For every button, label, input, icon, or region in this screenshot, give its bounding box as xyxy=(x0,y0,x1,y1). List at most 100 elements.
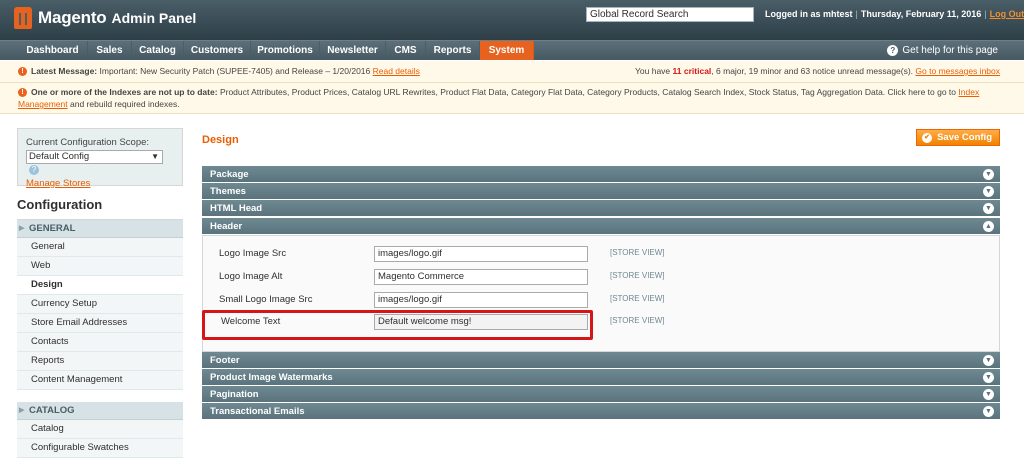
expand-icon: ▼ xyxy=(983,355,994,366)
field-row-logo-alt: Logo Image Alt Magento Commerce [STORE V… xyxy=(203,268,999,288)
index-notice-text: Product Attributes, Product Prices, Cata… xyxy=(219,87,957,97)
scope-tag: [STORE VIEW] xyxy=(610,294,665,303)
scope-tag: [STORE VIEW] xyxy=(610,248,665,257)
expand-icon: ▼ xyxy=(983,169,994,180)
nav-customers[interactable]: Customers xyxy=(184,41,251,60)
section-header[interactable]: Header ▲ xyxy=(202,218,1000,235)
section-pagination[interactable]: Pagination ▼ xyxy=(202,386,1000,403)
expand-arrow-icon: ▶ xyxy=(19,225,25,232)
nav-promotions[interactable]: Promotions xyxy=(251,41,320,60)
sidebar-item-content-management[interactable]: Content Management xyxy=(17,371,183,390)
sidebar-gap xyxy=(17,390,183,402)
global-search-input[interactable]: Global Record Search xyxy=(586,7,754,22)
section-header-label: Header xyxy=(210,221,243,232)
section-html-head[interactable]: HTML Head ▼ xyxy=(202,200,1000,217)
dropdown-arrow-icon: ▼ xyxy=(151,152,159,161)
logged-in-text: Logged in as mhtest xyxy=(765,9,853,19)
nav-sales[interactable]: Sales xyxy=(88,41,132,60)
help-icon: ? xyxy=(887,45,899,56)
section-transactional-emails[interactable]: Transactional Emails ▼ xyxy=(202,403,1000,420)
sidebar-item-currency-setup[interactable]: Currency Setup xyxy=(17,295,183,314)
date-text: Thursday, February 11, 2016 xyxy=(860,9,982,19)
critical-count: 11 critical xyxy=(672,66,712,76)
magento-logo[interactable]: Magento Admin Panel xyxy=(14,7,196,29)
field-label: Logo Image Alt xyxy=(219,271,283,282)
section-transactional-emails-label: Transactional Emails xyxy=(210,406,305,417)
save-config-button[interactable]: ✔ Save Config xyxy=(916,129,1000,146)
highlight-box xyxy=(202,310,593,340)
sidebar-item-configurable-swatches[interactable]: Configurable Swatches xyxy=(17,439,183,458)
field-label: Logo Image Src xyxy=(219,248,287,259)
scope-label: Current Configuration Scope: xyxy=(26,137,150,148)
page-title: Design xyxy=(202,134,239,146)
logo-text: Magento xyxy=(38,8,107,27)
sidebar-item-contacts[interactable]: Contacts xyxy=(17,333,183,352)
warning-icon: ! xyxy=(18,88,27,98)
logo-src-input[interactable]: images/logo.gif xyxy=(374,246,588,262)
sidebar-item-reports[interactable]: Reports xyxy=(17,352,183,371)
expand-arrow-icon: ▶ xyxy=(19,407,25,414)
messages-inbox-link[interactable]: Go to messages inbox xyxy=(915,66,1000,76)
index-notice-bar: ! One or more of the Indexes are not up t… xyxy=(0,83,1024,114)
expand-icon: ▼ xyxy=(983,406,994,417)
group-catalog-label: CATALOG xyxy=(29,405,75,416)
expand-icon: ▼ xyxy=(983,372,994,383)
section-themes-label: Themes xyxy=(210,186,246,197)
sidebar-item-store-email-addresses[interactable]: Store Email Addresses xyxy=(17,314,183,333)
latest-message-bar: ! Latest Message: Important: New Security… xyxy=(0,61,1024,83)
top-header: Magento Admin Panel Global Record Search… xyxy=(0,0,1024,40)
nav-newsletter[interactable]: Newsletter xyxy=(320,41,386,60)
read-details-link[interactable]: Read details xyxy=(373,66,420,76)
nav-cms[interactable]: CMS xyxy=(386,41,426,60)
save-config-label: Save Config xyxy=(937,132,992,143)
latest-message-label: Latest Message: xyxy=(31,66,98,76)
field-label: Small Logo Image Src xyxy=(219,294,313,305)
summary-text: , 6 major, 19 minor and 63 notice unread… xyxy=(711,66,914,76)
section-footer[interactable]: Footer ▼ xyxy=(202,352,1000,369)
logo-alt-input[interactable]: Magento Commerce xyxy=(374,269,588,285)
expand-icon: ▼ xyxy=(983,389,994,400)
latest-message-text: Important: New Security Patch (SUPEE-740… xyxy=(99,66,371,76)
scope-tag: [STORE VIEW] xyxy=(610,316,665,325)
small-logo-src-input[interactable]: images/logo.gif xyxy=(374,292,588,308)
group-general-label: GENERAL xyxy=(29,223,76,234)
index-notice-label: One or more of the Indexes are not up to… xyxy=(31,87,218,97)
section-package[interactable]: Package ▼ xyxy=(202,166,1000,183)
config-sidebar: Current Configuration Scope: Default Con… xyxy=(17,128,183,458)
scope-select[interactable]: Default Config ▼ xyxy=(26,150,163,164)
warning-icon: ! xyxy=(18,67,27,77)
field-row-logo-src: Logo Image Src images/logo.gif [STORE VI… xyxy=(203,245,999,265)
help-text: Get help for this page xyxy=(902,45,998,56)
nav-reports[interactable]: Reports xyxy=(426,41,480,60)
sidebar-item-general[interactable]: General xyxy=(17,238,183,257)
configuration-title: Configuration xyxy=(17,190,183,220)
sidebar-item-catalog[interactable]: Catalog xyxy=(17,420,183,439)
nav-dashboard[interactable]: Dashboard xyxy=(18,41,88,60)
sidebar-item-design[interactable]: Design xyxy=(17,276,183,295)
info-icon[interactable]: ? xyxy=(29,165,39,176)
group-general[interactable]: ▶ GENERAL xyxy=(17,220,183,238)
field-row-small-logo-src: Small Logo Image Src images/logo.gif [ST… xyxy=(203,291,999,311)
section-watermarks-label: Product Image Watermarks xyxy=(210,372,333,383)
expand-icon: ▼ xyxy=(983,186,994,197)
sidebar-item-web[interactable]: Web xyxy=(17,257,183,276)
logo-subtitle: Admin Panel xyxy=(111,10,197,26)
section-footer-label: Footer xyxy=(210,355,240,366)
section-html-head-label: HTML Head xyxy=(210,203,263,214)
section-product-image-watermarks[interactable]: Product Image Watermarks ▼ xyxy=(202,369,1000,386)
index-notice-tail: and rebuild required indexes. xyxy=(70,99,180,109)
nav-system[interactable]: System xyxy=(480,41,534,60)
scope-tag: [STORE VIEW] xyxy=(610,271,665,280)
nav-catalog[interactable]: Catalog xyxy=(132,41,184,60)
scope-select-value: Default Config xyxy=(29,151,90,162)
help-link[interactable]: ? Get help for this page xyxy=(887,45,998,56)
group-catalog[interactable]: ▶ CATALOG xyxy=(17,402,183,420)
scope-switcher: Current Configuration Scope: Default Con… xyxy=(17,128,183,189)
section-themes[interactable]: Themes ▼ xyxy=(202,183,1000,200)
expand-icon: ▼ xyxy=(983,203,994,214)
summary-prefix: You have xyxy=(635,66,671,76)
magento-logo-icon xyxy=(14,7,32,29)
logout-link[interactable]: Log Out xyxy=(990,9,1024,19)
manage-stores-link[interactable]: Manage Stores xyxy=(26,178,174,189)
message-summary: You have 11 critical, 6 major, 19 minor … xyxy=(635,61,1000,82)
